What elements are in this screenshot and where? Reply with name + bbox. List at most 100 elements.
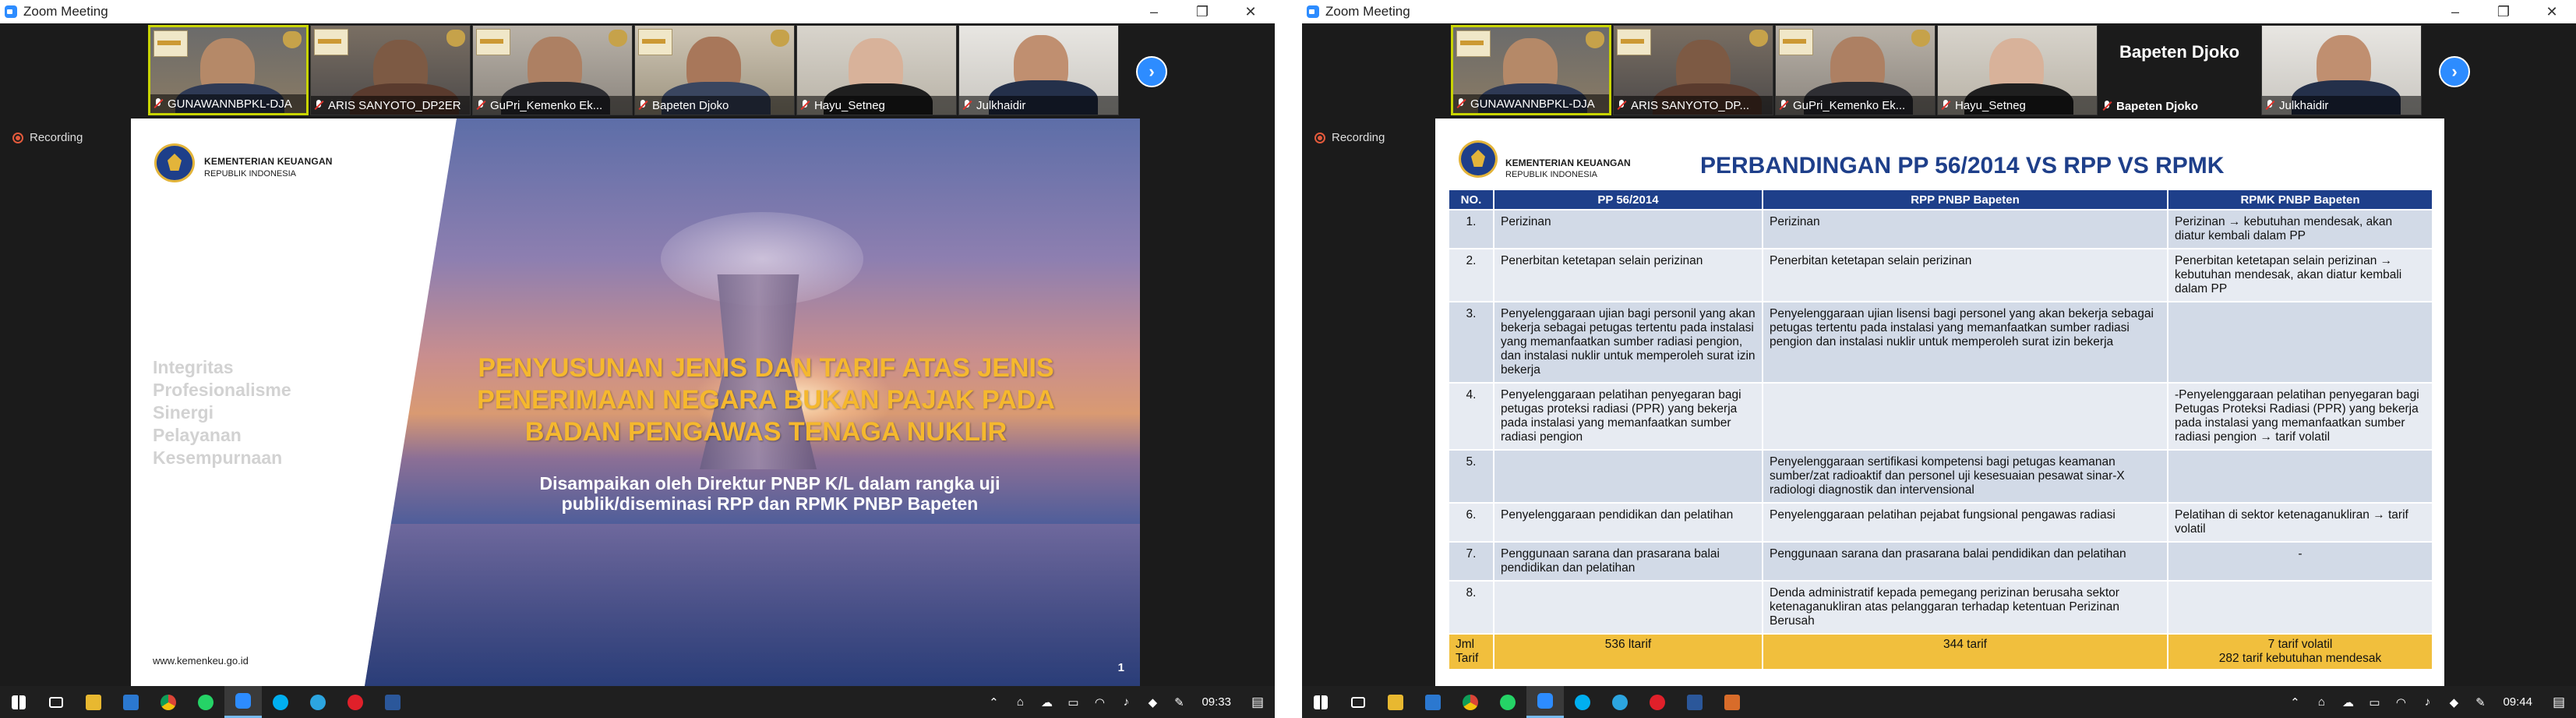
wifi-icon[interactable]: ◠ xyxy=(2387,686,2414,718)
mic-muted-icon xyxy=(1779,100,1788,111)
mail-icon[interactable] xyxy=(112,686,150,718)
clock[interactable]: 09:44 xyxy=(2493,695,2542,709)
participant-name: ARIS SANYOTO_DP... xyxy=(1631,98,1749,112)
kemenkeu-logo-icon xyxy=(1459,140,1498,178)
mail-icon[interactable] xyxy=(1414,686,1452,718)
telegram-icon[interactable] xyxy=(299,686,337,718)
notification-icon[interactable]: ▤ xyxy=(1240,686,1275,718)
opera-icon[interactable] xyxy=(337,686,374,718)
dropbox-icon[interactable]: ◆ xyxy=(1139,686,1166,718)
table-header: NO. xyxy=(1448,189,1494,210)
cloud-icon[interactable]: ☁ xyxy=(1033,686,1060,718)
participant-tile[interactable]: GUNAWANNBPKL-DJA xyxy=(148,25,309,115)
mic-muted-icon xyxy=(154,98,163,109)
participant-name: Julkhaidir xyxy=(2279,98,2329,112)
skype-icon[interactable] xyxy=(1564,686,1601,718)
network-icon[interactable]: ⌂ xyxy=(1007,686,1033,718)
battery-icon[interactable]: ▭ xyxy=(2361,686,2387,718)
table-cell xyxy=(1493,449,1763,504)
table-row: 5. Penyelenggaraan sertifikasi kompetens… xyxy=(1448,449,2433,504)
title-bar[interactable]: Zoom Meeting – ❐ ✕ xyxy=(1302,0,2576,23)
participant-tile[interactable]: Hayu_Setneg xyxy=(1937,25,2098,115)
slide-title: PERBANDINGAN PP 56/2014 VS RPP VS RPMK xyxy=(1700,153,2225,179)
zoom-logo-icon xyxy=(1307,5,1319,18)
minimize-button[interactable]: – xyxy=(2431,0,2479,23)
task-view-icon[interactable] xyxy=(37,686,75,718)
powerpoint-icon[interactable] xyxy=(1713,686,1751,718)
word-icon[interactable] xyxy=(1676,686,1713,718)
participant-tile[interactable]: ARIS SANYOTO_DP2ER xyxy=(310,25,471,115)
table-cell: Penyelenggaraan pendidikan dan pelatihan xyxy=(1493,502,1763,543)
chrome-icon[interactable] xyxy=(1452,686,1489,718)
windows-start-icon[interactable] xyxy=(0,686,37,718)
volume-icon[interactable]: ♪ xyxy=(1113,686,1139,718)
participant-name: GuPri_Kemenko Ek... xyxy=(1793,98,1906,112)
notification-icon[interactable]: ▤ xyxy=(2542,686,2576,718)
table-cell: Penggunaan sarana dan prasarana balai pe… xyxy=(1762,541,2168,582)
volume-icon[interactable]: ♪ xyxy=(2414,686,2440,718)
recording-indicator[interactable]: Recording xyxy=(12,131,83,144)
close-button[interactable]: ✕ xyxy=(2528,0,2576,23)
battery-icon[interactable]: ▭ xyxy=(1060,686,1086,718)
minimize-button[interactable]: – xyxy=(1130,0,1178,23)
whatsapp-icon[interactable] xyxy=(187,686,224,718)
table-cell: Penyelenggaraan pelatihan penyegaran bag… xyxy=(1493,382,1763,451)
mic-muted-icon xyxy=(638,100,648,111)
zoom-icon[interactable] xyxy=(1526,686,1564,718)
table-row: 4. Penyelenggaraan pelatihan penyegaran … xyxy=(1448,382,2433,451)
value-item: Sinergi xyxy=(153,402,213,423)
whatsapp-icon[interactable] xyxy=(1489,686,1526,718)
chrome-icon[interactable] xyxy=(150,686,187,718)
table-cell: 344 tarif xyxy=(1762,633,2168,670)
participant-tile[interactable]: ARIS SANYOTO_DP... xyxy=(1613,25,1773,115)
telegram-icon[interactable] xyxy=(1601,686,1639,718)
close-button[interactable]: ✕ xyxy=(1226,0,1275,23)
participant-tile[interactable]: GuPri_Kemenko Ek... xyxy=(1775,25,1936,115)
next-page-button[interactable]: › xyxy=(1136,56,1167,87)
next-page-button[interactable]: › xyxy=(2439,56,2470,87)
table-cell: Penyelenggaraan ujian lisensi bagi perso… xyxy=(1762,301,2168,384)
window-title: Zoom Meeting xyxy=(23,4,108,19)
mic-muted-icon xyxy=(1456,98,1466,109)
task-view-icon[interactable] xyxy=(1339,686,1377,718)
pen-icon[interactable]: ✎ xyxy=(2467,686,2493,718)
participant-tile[interactable]: GUNAWANNBPKL-DJA xyxy=(1451,25,1611,115)
chevron-up-icon[interactable]: ⌃ xyxy=(2281,686,2308,718)
wifi-icon[interactable]: ◠ xyxy=(1086,686,1113,718)
word-icon[interactable] xyxy=(374,686,411,718)
participant-tile[interactable]: Bapeten Djoko xyxy=(634,25,795,115)
skype-icon[interactable] xyxy=(262,686,299,718)
dropbox-icon[interactable]: ◆ xyxy=(2440,686,2467,718)
participant-tile[interactable]: Bapeten Djoko Bapeten Djoko xyxy=(2099,25,2260,115)
table-cell: Penerbitan ketetapan selain perizinan → … xyxy=(2167,248,2433,302)
clock[interactable]: 09:33 xyxy=(1192,695,1240,709)
maximize-button[interactable]: ❐ xyxy=(1178,0,1226,23)
zoom-window-right: Zoom Meeting – ❐ ✕ GUNAWANNBPKL-DJA ARIS… xyxy=(1302,0,2576,718)
pen-icon[interactable]: ✎ xyxy=(1166,686,1192,718)
folder-icon[interactable] xyxy=(75,686,112,718)
participant-tile[interactable]: GuPri_Kemenko Ek... xyxy=(472,25,633,115)
windows-start-icon[interactable] xyxy=(1302,686,1339,718)
maximize-button[interactable]: ❐ xyxy=(2479,0,2528,23)
opera-icon[interactable] xyxy=(1639,686,1676,718)
table-cell: 6. xyxy=(1448,502,1494,543)
title-bar[interactable]: Zoom Meeting – ❐ ✕ xyxy=(0,0,1275,23)
comparison-table: NO. PP 56/2014 RPP PNBP Bapeten RPMK PNB… xyxy=(1448,189,2433,670)
table-cell: Perizinan → kebutuhan mendesak, akan dia… xyxy=(2167,209,2433,249)
zoom-icon[interactable] xyxy=(224,686,262,718)
participant-name: ARIS SANYOTO_DP2ER xyxy=(328,98,461,112)
chevron-up-icon[interactable]: ⌃ xyxy=(980,686,1007,718)
folder-icon[interactable] xyxy=(1377,686,1414,718)
table-header: PP 56/2014 xyxy=(1493,189,1763,210)
participant-tile[interactable]: Julkhaidir xyxy=(2261,25,2422,115)
recording-indicator[interactable]: Recording xyxy=(1314,131,1385,144)
table-row: 3. Penyelenggaraan ujian bagi personil y… xyxy=(1448,301,2433,384)
slide-number: 1 xyxy=(1117,661,1124,674)
cloud-icon[interactable]: ☁ xyxy=(2334,686,2361,718)
table-cell: Jml Tarif xyxy=(1448,633,1494,670)
record-icon xyxy=(1314,132,1325,143)
network-icon[interactable]: ⌂ xyxy=(2308,686,2334,718)
participant-tile[interactable]: Julkhaidir xyxy=(958,25,1119,115)
table-cell xyxy=(2167,580,2433,635)
participant-tile[interactable]: Hayu_Setneg xyxy=(796,25,957,115)
